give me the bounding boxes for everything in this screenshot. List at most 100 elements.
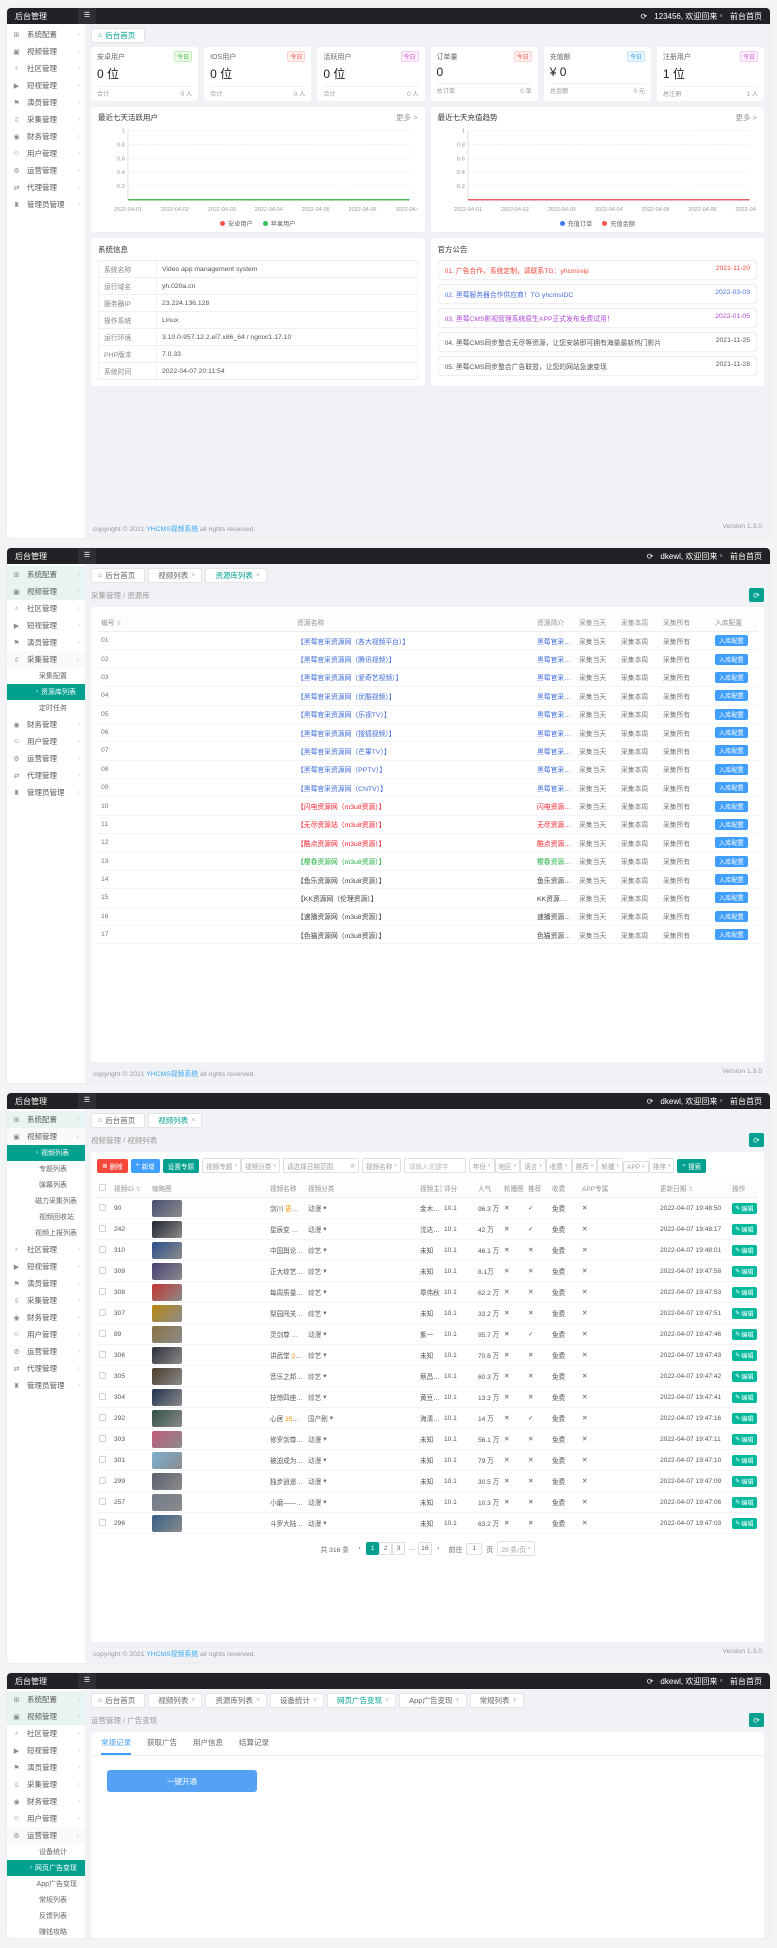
edit-button[interactable]: ✎编辑 bbox=[732, 1413, 757, 1424]
video-title[interactable]: 小磨——某人上山起风云 bbox=[270, 1500, 306, 1507]
collect-week-link[interactable]: 采集本周 bbox=[617, 650, 659, 668]
import-config-button[interactable]: 入库配置 bbox=[715, 745, 748, 756]
sidebar-item[interactable]: ▣ 视频管理 ‹ bbox=[7, 1708, 85, 1725]
column-header[interactable]: 轮播图 bbox=[502, 1179, 526, 1198]
sidebar-item[interactable]: › 视频列表 bbox=[7, 1145, 85, 1161]
collect-all-link[interactable]: 采集所有 bbox=[659, 687, 711, 705]
category-select[interactable]: 综艺▾ bbox=[308, 1392, 327, 1402]
brand-link[interactable]: YHCMS视频系统 bbox=[146, 526, 198, 533]
app-only-flag[interactable]: ✕ bbox=[580, 1513, 658, 1534]
hamburger-menu-icon[interactable]: ☰ bbox=[78, 548, 96, 564]
collect-week-link[interactable]: 采集本周 bbox=[617, 687, 659, 705]
legend-item[interactable]: 充值订单 bbox=[560, 219, 593, 228]
column-header[interactable]: 视频ID ⇅ bbox=[112, 1179, 150, 1198]
collect-all-link[interactable]: 采集所有 bbox=[659, 650, 711, 668]
refresh-icon[interactable]: ⟳ bbox=[640, 12, 647, 21]
resource-name-link[interactable]: 【无尽资源站（m3u8资源）】 bbox=[293, 815, 533, 833]
sidebar-item[interactable]: ⚑ 演员管理 ‹ bbox=[7, 1275, 85, 1292]
user-menu[interactable]: 123456, 欢迎回来∨ bbox=[654, 11, 723, 22]
close-icon[interactable]: × bbox=[256, 572, 260, 579]
collect-all-link[interactable]: 采集所有 bbox=[659, 742, 711, 760]
carousel-flag[interactable]: ✕ bbox=[502, 1219, 526, 1240]
video-title[interactable]: 心居 bbox=[270, 1416, 283, 1423]
fee-flag[interactable]: 免费 bbox=[550, 1324, 580, 1345]
subtab[interactable]: 获取广告 bbox=[147, 1737, 177, 1755]
edit-button[interactable]: ✎编辑 bbox=[732, 1476, 757, 1487]
resource-name-link[interactable]: 【黑莓官采资源网（爱奇艺视频）】 bbox=[293, 668, 533, 686]
filter-select[interactable]: 视频专题▾ bbox=[202, 1158, 241, 1173]
sidebar-item[interactable]: ▣ 视频管理 ‹ bbox=[7, 43, 85, 60]
column-header[interactable]: 人气 bbox=[476, 1179, 502, 1198]
sidebar-item[interactable]: ⊞ 系统配置 ‹ bbox=[7, 1691, 85, 1708]
sidebar-item[interactable]: › 网页广告变现 bbox=[7, 1860, 85, 1876]
category-select[interactable]: 综艺▾ bbox=[308, 1371, 327, 1381]
filter-select[interactable]: 轮播▾ bbox=[597, 1158, 623, 1173]
row-checkbox[interactable] bbox=[99, 1477, 106, 1484]
close-icon[interactable]: × bbox=[256, 1697, 260, 1704]
tab[interactable]: 资源库列表 × bbox=[205, 1693, 267, 1708]
resource-name-link[interactable]: 【速播资源网（m3u8资源）】 bbox=[293, 907, 533, 925]
video-title[interactable]: 正大综艺 bbox=[270, 1269, 303, 1276]
app-only-flag[interactable]: ✕ bbox=[580, 1240, 658, 1261]
category-select[interactable]: 动漫▾ bbox=[308, 1203, 327, 1213]
collect-week-link[interactable]: 采集本周 bbox=[617, 797, 659, 815]
close-icon[interactable]: × bbox=[191, 1697, 195, 1704]
user-menu[interactable]: dkewl, 欢迎回来∨ bbox=[660, 1676, 723, 1687]
sidebar-item[interactable]: 定时任务 bbox=[7, 700, 85, 716]
column-header[interactable]: 入库配置 bbox=[711, 613, 758, 632]
edit-button[interactable]: ✎编辑 bbox=[732, 1518, 757, 1529]
collect-today-link[interactable]: 采集当天 bbox=[575, 632, 617, 650]
sidebar-item[interactable]: 视频回收站 bbox=[7, 1209, 85, 1225]
page-size-select[interactable]: 20 条/页▾ bbox=[497, 1541, 534, 1556]
refresh-icon[interactable]: ⟳ bbox=[647, 1097, 654, 1106]
row-checkbox[interactable] bbox=[99, 1435, 106, 1442]
tab[interactable]: 资源库列表 × bbox=[205, 568, 267, 583]
sidebar-item[interactable]: ♜ 管理员管理 ‹ bbox=[7, 784, 85, 801]
column-header[interactable]: 采集所有 bbox=[659, 613, 711, 632]
import-config-button[interactable]: 入库配置 bbox=[715, 837, 748, 848]
close-icon[interactable]: × bbox=[455, 1697, 459, 1704]
collect-all-link[interactable]: 采集所有 bbox=[659, 668, 711, 686]
collect-week-link[interactable]: 采集本周 bbox=[617, 760, 659, 778]
sidebar-item[interactable]: ♜ 管理员管理 ‹ bbox=[7, 1377, 85, 1394]
sidebar-item[interactable]: ♁ 社区管理 ‹ bbox=[7, 1725, 85, 1742]
legend-item[interactable]: 安卓用户 bbox=[220, 219, 253, 228]
collect-today-link[interactable]: 采集当天 bbox=[575, 650, 617, 668]
sidebar-item[interactable]: ◉ 财务管理 ‹ bbox=[7, 128, 85, 145]
column-header[interactable]: 评分 bbox=[442, 1179, 476, 1198]
date-range-picker[interactable]: 请选择日期范围▦ bbox=[283, 1158, 359, 1173]
sidebar-item[interactable]: ⇄ 代理管理 ‹ bbox=[7, 179, 85, 196]
recommend-flag[interactable]: ✕ bbox=[526, 1429, 550, 1450]
fee-flag[interactable]: 免费 bbox=[550, 1366, 580, 1387]
collect-week-link[interactable]: 采集本周 bbox=[617, 668, 659, 686]
column-header[interactable]: 采集当天 bbox=[575, 613, 617, 632]
filter-select[interactable]: 收费▾ bbox=[546, 1158, 572, 1173]
recommend-flag[interactable]: ✕ bbox=[526, 1345, 550, 1366]
app-only-flag[interactable]: ✕ bbox=[580, 1324, 658, 1345]
sidebar-item[interactable]: ⇩ 采集管理 ‹ bbox=[7, 1776, 85, 1793]
hamburger-menu-icon[interactable]: ☰ bbox=[78, 8, 96, 24]
row-checkbox[interactable] bbox=[99, 1351, 106, 1358]
fee-flag[interactable]: 免费 bbox=[550, 1198, 580, 1219]
tab[interactable]: ⌂ 后台首页 bbox=[91, 28, 145, 43]
sidebar-item[interactable]: ▣ 视频管理 ‹ bbox=[7, 583, 85, 600]
collect-all-link[interactable]: 采集所有 bbox=[659, 779, 711, 797]
sidebar-item[interactable]: ⊞ 系统配置 ‹ bbox=[7, 566, 85, 583]
filter-select[interactable]: 年份▾ bbox=[469, 1158, 495, 1173]
column-header[interactable]: 资源简介 bbox=[533, 613, 575, 632]
column-header[interactable]: 视频分类 bbox=[306, 1179, 418, 1198]
app-only-flag[interactable]: ✕ bbox=[580, 1198, 658, 1219]
sort-icon[interactable]: ⇅ bbox=[136, 1187, 141, 1193]
tab[interactable]: 网页广告变现 × bbox=[327, 1693, 396, 1708]
app-only-flag[interactable]: ✕ bbox=[580, 1387, 658, 1408]
sidebar-item[interactable]: › 资源库列表 bbox=[7, 684, 85, 700]
tab[interactable]: 设备统计 × bbox=[270, 1693, 324, 1708]
front-site-link[interactable]: 前台首页 bbox=[730, 1096, 762, 1107]
front-site-link[interactable]: 前台首页 bbox=[730, 1676, 762, 1687]
filter-select[interactable]: 视频分类▾ bbox=[241, 1158, 280, 1173]
video-title[interactable]: 星辰变 第1季 bbox=[270, 1227, 306, 1234]
edit-button[interactable]: ✎编辑 bbox=[732, 1224, 757, 1235]
import-config-button[interactable]: 入库配置 bbox=[715, 911, 748, 922]
sidebar-item[interactable]: ♁ 社区管理 ‹ bbox=[7, 600, 85, 617]
column-header[interactable]: 采集本周 bbox=[617, 613, 659, 632]
